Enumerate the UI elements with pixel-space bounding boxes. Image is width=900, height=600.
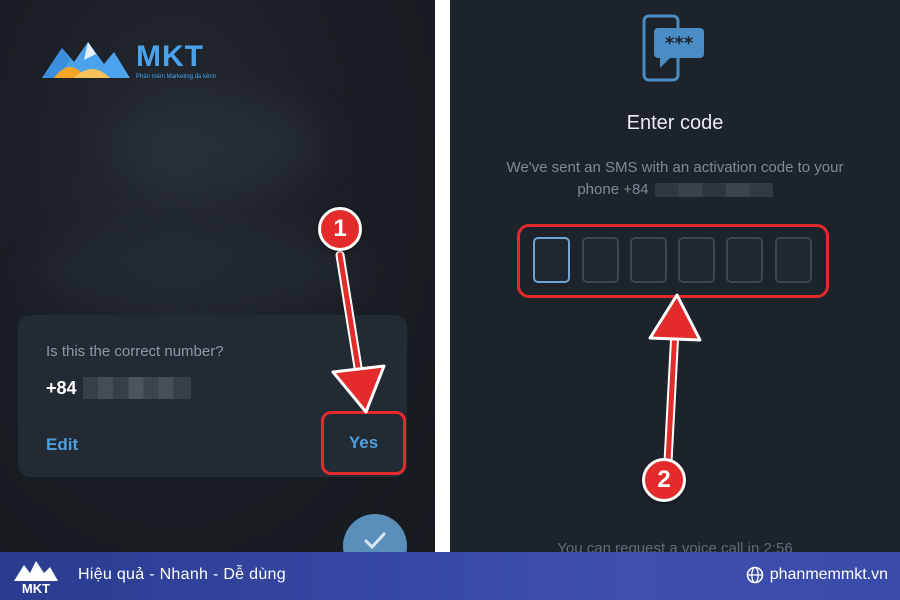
confirm-fab-button[interactable] (343, 514, 407, 552)
pixelated-phone-digits (654, 182, 773, 197)
logo-title: MKT (136, 39, 204, 73)
blurred-background (110, 95, 320, 195)
code-digit-box[interactable] (533, 237, 570, 283)
banner-tagline: Hiệu quả - Nhanh - Dễ dùng (78, 566, 286, 583)
banner-website-text: phanmemmkt.vn (769, 566, 888, 583)
banner-logo-text: MKT (22, 581, 50, 596)
confirm-number-screen: MKT Phần mềm Marketing đa kênh Is this t… (0, 0, 435, 552)
svg-text:***: *** (665, 33, 694, 54)
step-marker-1: 1 (318, 207, 362, 251)
code-digit-box[interactable] (678, 237, 715, 283)
edit-button[interactable]: Edit (46, 435, 78, 455)
voice-call-countdown: You can request a voice call in 2:56 (557, 540, 793, 552)
mkt-logo: MKT Phần mềm Marketing đa kênh (40, 38, 216, 84)
sms-phone-label: phone +84 (577, 181, 649, 198)
sms-description: We've sent an SMS with an activation cod… (490, 157, 860, 200)
blurred-background (40, 230, 370, 310)
mkt-small-logo-icon: MKT (14, 561, 58, 596)
logo-subtitle: Phần mềm Marketing đa kênh (136, 73, 217, 80)
step-marker-2: 2 (642, 458, 686, 502)
code-digit-box[interactable] (726, 237, 763, 283)
pixelated-phone-digits (82, 377, 191, 399)
dialog-question: Is this the correct number? (46, 343, 224, 360)
check-icon (364, 532, 386, 550)
code-digit-box[interactable] (775, 237, 812, 283)
bottom-banner: MKT Hiệu quả - Nhanh - Dễ dùng phanmemmk… (0, 552, 900, 600)
sms-description-line: We've sent an SMS with an activation cod… (506, 159, 844, 176)
mkt-logo-icon (42, 42, 130, 78)
code-digit-box[interactable] (582, 237, 619, 283)
phone-number: +84 (46, 377, 191, 399)
panel-divider (435, 0, 450, 552)
confirm-number-dialog: Is this the correct number? +84 Edit Yes (18, 315, 407, 477)
globe-icon (746, 566, 764, 584)
code-digit-box[interactable] (630, 237, 667, 283)
sms-phone-icon: *** (642, 14, 704, 82)
enter-code-title: Enter code (626, 112, 724, 134)
yes-button[interactable]: Yes (321, 411, 406, 475)
banner-website[interactable]: phanmemmkt.vn (746, 566, 888, 584)
phone-prefix: +84 (46, 377, 77, 398)
